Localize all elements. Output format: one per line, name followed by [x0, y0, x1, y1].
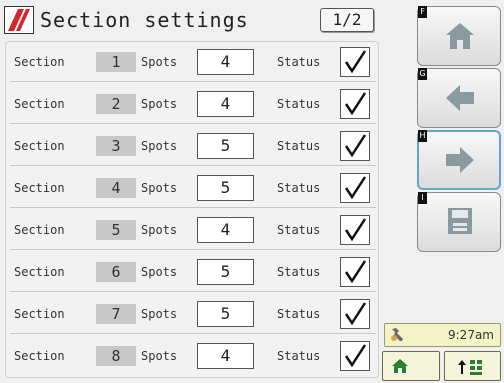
- section-row: Section 1 Spots 4 Status: [10, 44, 376, 82]
- status-checkbox[interactable]: [340, 173, 370, 203]
- spots-input[interactable]: 4: [197, 91, 254, 117]
- spots-label: Spots: [141, 55, 178, 69]
- save-icon: [448, 208, 472, 234]
- spots-input[interactable]: 5: [197, 259, 254, 285]
- page-title: Section settings: [40, 8, 249, 32]
- section-row: Section 3 Spots 5 Status: [10, 128, 376, 166]
- section-number: 7: [96, 304, 136, 324]
- softkey-letter-i: I: [418, 192, 427, 204]
- arrow-left-icon: [446, 85, 474, 111]
- checkmark-icon: [344, 134, 367, 158]
- checkmark-icon: [344, 302, 367, 326]
- spots-label: Spots: [141, 307, 178, 321]
- header: Section settings 1/2: [0, 0, 382, 40]
- spots-input[interactable]: 5: [197, 301, 254, 327]
- home-icon: [392, 359, 408, 373]
- checkmark-icon: [344, 344, 367, 368]
- status-label: Status: [277, 265, 321, 279]
- spots-input[interactable]: 4: [197, 343, 254, 369]
- section-number: 2: [96, 94, 136, 114]
- softkey-letter-h: H: [418, 130, 427, 142]
- section-number: 3: [96, 136, 136, 156]
- save-softkey-button[interactable]: [417, 192, 501, 252]
- spots-label: Spots: [141, 139, 178, 153]
- page-indicator: 1/2: [320, 8, 374, 32]
- section-row: Section 8 Spots 4 Status: [10, 338, 376, 376]
- checkmark-icon: [344, 92, 367, 116]
- status-label: Status: [277, 55, 321, 69]
- status-label: Status: [277, 223, 321, 237]
- section-label: Section: [14, 97, 65, 111]
- spots-label: Spots: [141, 223, 178, 237]
- status-bar: 9:27am: [384, 323, 501, 347]
- softkey-letter-f: F: [418, 6, 427, 18]
- section-row: Section 4 Spots 5 Status: [10, 170, 376, 208]
- status-checkbox[interactable]: [340, 341, 370, 371]
- section-label: Section: [14, 349, 65, 363]
- status-label: Status: [277, 181, 321, 195]
- spots-label: Spots: [141, 349, 178, 363]
- section-label: Section: [14, 265, 65, 279]
- home-nav-button[interactable]: [382, 351, 440, 381]
- status-checkbox[interactable]: [340, 257, 370, 287]
- section-row: Section 5 Spots 4 Status: [10, 212, 376, 250]
- status-checkbox[interactable]: [340, 131, 370, 161]
- section-row: Section 7 Spots 5 Status: [10, 296, 376, 334]
- spots-label: Spots: [141, 265, 178, 279]
- home-softkey-button[interactable]: [417, 6, 501, 66]
- status-checkbox[interactable]: [340, 47, 370, 77]
- previous-softkey-button[interactable]: [417, 68, 501, 128]
- spots-input[interactable]: 4: [197, 217, 254, 243]
- arrow-right-icon: [446, 147, 474, 173]
- section-number: 4: [96, 178, 136, 198]
- status-label: Status: [277, 139, 321, 153]
- section-number: 5: [96, 220, 136, 240]
- status-label: Status: [277, 307, 321, 321]
- status-label: Status: [277, 349, 321, 363]
- section-number: 6: [96, 262, 136, 282]
- spots-label: Spots: [141, 181, 178, 195]
- home-icon: [446, 23, 474, 49]
- checkmark-icon: [344, 50, 367, 74]
- up-grid-button[interactable]: [444, 351, 501, 381]
- spots-label: Spots: [141, 97, 178, 111]
- checkmark-icon: [344, 176, 367, 200]
- softkey-letter-g: G: [418, 68, 427, 80]
- section-label: Section: [14, 181, 65, 195]
- status-checkbox[interactable]: [340, 299, 370, 329]
- wrench-icon: [391, 328, 403, 341]
- up-grid-icon: [458, 360, 482, 375]
- section-number: 8: [96, 346, 136, 366]
- clock-time: 9:27am: [448, 328, 494, 342]
- spots-input[interactable]: 4: [197, 49, 254, 75]
- section-number: 1: [96, 52, 136, 72]
- section-label: Section: [14, 223, 65, 237]
- section-label: Section: [14, 55, 65, 69]
- brand-logo-icon: [4, 6, 34, 34]
- status-checkbox[interactable]: [340, 215, 370, 245]
- checkmark-icon: [344, 218, 367, 242]
- section-label: Section: [14, 307, 65, 321]
- status-checkbox[interactable]: [340, 89, 370, 119]
- spots-input[interactable]: 5: [197, 175, 254, 201]
- section-settings-panel: Section 1 Spots 4 Status Section 2 Spots…: [5, 41, 379, 378]
- spots-input[interactable]: 5: [197, 133, 254, 159]
- status-label: Status: [277, 97, 321, 111]
- next-softkey-button[interactable]: [417, 130, 501, 190]
- section-label: Section: [14, 139, 65, 153]
- section-row: Section 6 Spots 5 Status: [10, 254, 376, 292]
- section-row: Section 2 Spots 4 Status: [10, 86, 376, 124]
- checkmark-icon: [344, 260, 367, 284]
